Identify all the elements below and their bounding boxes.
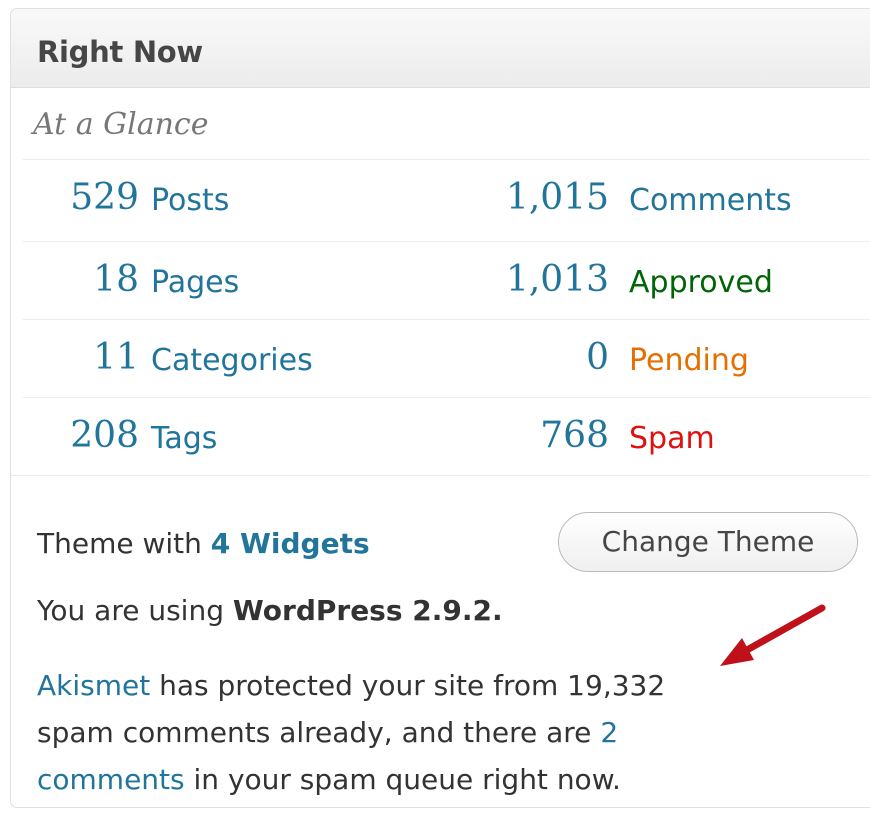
categories-link[interactable]: Categories bbox=[151, 343, 313, 378]
version-prefix: You are using bbox=[37, 594, 233, 627]
theme-prefix: Theme with bbox=[37, 527, 211, 560]
right-now-widget: Right Now At a Glance 529 Posts 1,015 Co… bbox=[10, 8, 870, 808]
divider bbox=[23, 241, 870, 242]
at-a-glance-heading: At a Glance bbox=[33, 107, 209, 142]
stats-row: 11 Categories 0 Pending bbox=[11, 321, 870, 398]
posts-link[interactable]: Posts bbox=[151, 183, 229, 218]
widgets-link[interactable]: 4 Widgets bbox=[211, 527, 370, 560]
tags-count[interactable]: 208 bbox=[11, 415, 139, 456]
akismet-link[interactable]: Akismet bbox=[37, 669, 150, 702]
stats-row: 18 Pages 1,013 Approved bbox=[11, 243, 870, 320]
divider bbox=[23, 159, 870, 160]
stats-row: 208 Tags 768 Spam bbox=[11, 399, 870, 476]
version-info: You are using WordPress 2.9.2. bbox=[37, 594, 503, 627]
approved-count[interactable]: 1,013 bbox=[441, 259, 609, 300]
pending-link[interactable]: Pending bbox=[629, 343, 749, 378]
pages-link[interactable]: Pages bbox=[151, 265, 239, 300]
spam-queue-count-link[interactable]: 2 bbox=[600, 716, 618, 749]
widget-title: Right Now bbox=[37, 35, 203, 69]
akismet-text3: in your spam queue right now. bbox=[184, 763, 621, 796]
spam-queue-comments-link[interactable]: comments bbox=[37, 763, 185, 796]
pages-count[interactable]: 18 bbox=[11, 259, 139, 300]
comments-link[interactable]: Comments bbox=[629, 183, 792, 218]
stats-row: 529 Posts 1,015 Comments bbox=[11, 161, 870, 238]
red-arrow-icon bbox=[720, 604, 826, 666]
akismet-text2: spam comments already, and there are bbox=[37, 716, 601, 749]
theme-info: Theme with 4 Widgets bbox=[37, 527, 370, 560]
divider bbox=[23, 319, 870, 320]
divider bbox=[23, 397, 870, 398]
version-name: WordPress 2.9.2. bbox=[232, 594, 503, 627]
pending-count[interactable]: 0 bbox=[441, 337, 609, 378]
akismet-text1: has protected your site from 19,332 bbox=[150, 669, 666, 702]
approved-link[interactable]: Approved bbox=[629, 265, 773, 300]
divider bbox=[11, 475, 870, 476]
spam-link[interactable]: Spam bbox=[629, 421, 715, 456]
posts-count[interactable]: 529 bbox=[11, 177, 139, 218]
tags-link[interactable]: Tags bbox=[151, 421, 217, 456]
akismet-info: Akismet has protected your site from 19,… bbox=[37, 662, 817, 803]
categories-count[interactable]: 11 bbox=[11, 337, 139, 378]
spam-count[interactable]: 768 bbox=[441, 415, 609, 456]
change-theme-button[interactable]: Change Theme bbox=[558, 512, 858, 572]
widget-header[interactable]: Right Now bbox=[11, 9, 870, 88]
comments-count[interactable]: 1,015 bbox=[441, 177, 609, 218]
